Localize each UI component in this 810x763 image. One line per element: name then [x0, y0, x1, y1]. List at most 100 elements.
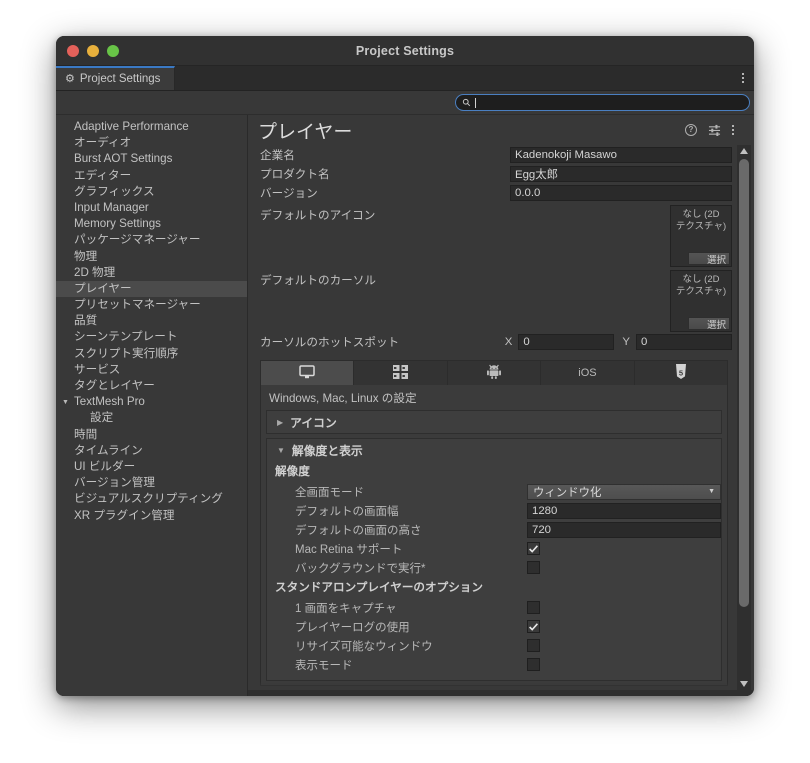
sidebar-item-18[interactable]: 設定: [56, 410, 247, 426]
help-icon[interactable]: ?: [685, 124, 697, 136]
field-label: プロダクト名: [260, 167, 330, 181]
property-checkbox[interactable]: [527, 658, 540, 671]
property-label: デフォルトの画面の高さ: [295, 524, 422, 537]
sidebar-item-label: エディター: [74, 168, 132, 182]
sidebar-item-7[interactable]: パッケージマネージャー: [56, 232, 247, 248]
property-label: リサイズ可能なウィンドウ: [295, 640, 433, 653]
property-checkbox[interactable]: [527, 601, 540, 614]
sidebar-item-label: Memory Settings: [74, 217, 161, 231]
sidebar-item-label: タグとレイヤー: [74, 379, 155, 392]
hotspot-y-input[interactable]: 0: [636, 334, 732, 350]
scrollbar-thumb[interactable]: [739, 159, 749, 608]
platform-tab-webgl[interactable]: 5: [634, 361, 728, 385]
sidebar-item-label: パッケージマネージャー: [74, 233, 201, 247]
tab-project-settings[interactable]: ⚙ Project Settings: [56, 66, 176, 90]
horizontal-scrollbar[interactable]: [248, 690, 754, 696]
property-control: [527, 658, 721, 671]
tab-label: Project Settings: [79, 73, 161, 85]
settings-scroll-area: 企業名 Kadenokoji Masawo プロダクト名 Egg太郎 バージョン…: [248, 145, 754, 690]
property-text-input[interactable]: 1280: [527, 502, 721, 519]
section-resolution-header[interactable]: ▼ 解像度と表示: [267, 439, 721, 461]
vertical-scrollbar[interactable]: [737, 145, 751, 690]
fullscreen-mode-dropdown[interactable]: ウィンドウ化 ▼: [527, 483, 721, 500]
sidebar-item-22[interactable]: バージョン管理: [56, 475, 247, 491]
settings-sidebar[interactable]: Adaptive Performance オーディオ Burst AOT Setti…: [56, 115, 248, 696]
window-titlebar: Project Settings: [56, 36, 754, 66]
property-checkbox[interactable]: [527, 542, 540, 555]
sidebar-item-6[interactable]: Memory Settings: [56, 216, 247, 232]
platform-tab-dedicated-server[interactable]: [354, 361, 448, 385]
sidebar-item-19[interactable]: 時間: [56, 427, 247, 443]
chevron-right-icon: ▶: [277, 417, 284, 427]
platform-tab-android[interactable]: [447, 361, 542, 385]
scroll-up-arrow[interactable]: [740, 145, 748, 157]
property-row: デフォルトの画面の高さ 720: [267, 520, 721, 539]
minimize-window-button[interactable]: [87, 44, 99, 57]
property-group-title: 解像度: [275, 465, 310, 478]
sidebar-item-9[interactable]: 2D 物理: [56, 265, 247, 281]
hotspot-x-input[interactable]: 0: [518, 334, 615, 350]
sidebar-item-label: 物理: [74, 249, 98, 263]
sidebar-item-8[interactable]: 物理: [56, 249, 247, 265]
sidebar-item-20[interactable]: タイムライン: [56, 443, 247, 459]
desktop-monitor-icon: [299, 364, 315, 382]
preset-icon[interactable]: [708, 124, 721, 136]
search-box[interactable]: [455, 94, 750, 111]
platform-tab-standalone[interactable]: [261, 361, 355, 385]
property-label: デフォルトの画面幅: [295, 505, 399, 518]
hotspot-y-label: Y: [622, 336, 630, 348]
field-label: 企業名: [260, 148, 295, 162]
sidebar-item-2[interactable]: Burst AOT Settings: [56, 151, 247, 167]
sidebar-item-label: スクリプト実行順序: [74, 346, 179, 360]
platform-settings-container: iOS 5 Windows, Mac, Linux の設定 ▶ アイコン ▼ 解…: [260, 360, 728, 686]
sidebar-item-5[interactable]: Input Manager: [56, 200, 247, 216]
kebab-menu-icon[interactable]: [732, 125, 734, 135]
default-icon-object-field[interactable]: なし (2D テクスチャ) 選択: [670, 205, 732, 267]
platform-tab-ios[interactable]: iOS: [541, 361, 635, 385]
sidebar-item-14[interactable]: スクリプト実行順序: [56, 346, 247, 362]
section-resolution-body: 解像度 全画面モード ウィンドウ化 ▼ デフォルトの画面幅 1280 デフォルトの画面の高さ…: [267, 461, 721, 680]
sidebar-item-13[interactable]: シーンテンプレート: [56, 329, 247, 345]
sidebar-item-23[interactable]: ビジュアルスクリプティング: [56, 491, 247, 507]
sidebar-item-21[interactable]: UI ビルダー: [56, 459, 247, 475]
sidebar-item-label: グラフィックス: [74, 184, 155, 198]
sidebar-item-label: TextMesh Pro: [74, 395, 145, 409]
page-title: プレイヤー: [258, 121, 353, 143]
chevron-down-icon[interactable]: ▼: [62, 399, 69, 406]
field-label: デフォルトのカーソル: [260, 274, 376, 287]
sidebar-item-10[interactable]: プレイヤー: [56, 280, 247, 298]
sidebar-item-11[interactable]: プリセットマネージャー: [56, 297, 247, 313]
search-input[interactable]: [480, 96, 743, 109]
property-text-input[interactable]: 720: [527, 521, 721, 538]
section-icon-header[interactable]: ▶ アイコン: [267, 411, 721, 433]
html5-shield-icon: 5: [675, 364, 687, 382]
sidebar-item-label: プレイヤー: [74, 281, 132, 295]
field-cursor-hotspot: カーソルのホットスポット X 0 Y 0: [256, 332, 732, 352]
property-checkbox[interactable]: [527, 561, 540, 574]
sidebar-item-17[interactable]: ▼ TextMesh Pro: [56, 394, 247, 410]
tabstrip-overflow-button[interactable]: [742, 66, 744, 90]
sidebar-item-4[interactable]: グラフィックス: [56, 184, 247, 200]
zoom-window-button[interactable]: [107, 44, 119, 57]
product-name-input[interactable]: Egg太郎: [510, 165, 732, 182]
settings-content: 企業名 Kadenokoji Masawo プロダクト名 Egg太郎 バージョン…: [248, 145, 732, 686]
scroll-down-arrow[interactable]: [740, 678, 748, 690]
scrollbar-track[interactable]: [737, 157, 751, 678]
property-checkbox[interactable]: [527, 639, 540, 652]
sidebar-item-0[interactable]: Adaptive Performance: [56, 119, 247, 135]
company-name-input[interactable]: Kadenokoji Masawo: [510, 146, 732, 163]
version-input[interactable]: 0.0.0: [510, 184, 732, 201]
sidebar-item-1[interactable]: オーディオ: [56, 135, 247, 151]
sidebar-item-24[interactable]: XR プラグイン管理: [56, 508, 247, 524]
property-checkbox[interactable]: [527, 620, 540, 633]
default-icon-select-button[interactable]: 選択: [688, 252, 730, 266]
field-label: カーソルのホットスポット: [260, 336, 400, 349]
default-cursor-object-field[interactable]: なし (2D テクスチャ) 選択: [670, 270, 732, 332]
sidebar-item-15[interactable]: サービス: [56, 362, 247, 378]
sidebar-item-label: XR プラグイン管理: [74, 508, 175, 522]
sidebar-item-16[interactable]: タグとレイヤー: [56, 378, 247, 394]
sidebar-item-12[interactable]: 品質: [56, 313, 247, 329]
sidebar-item-3[interactable]: エディター: [56, 168, 247, 184]
default-cursor-select-button[interactable]: 選択: [688, 317, 730, 331]
close-window-button[interactable]: [67, 44, 79, 57]
